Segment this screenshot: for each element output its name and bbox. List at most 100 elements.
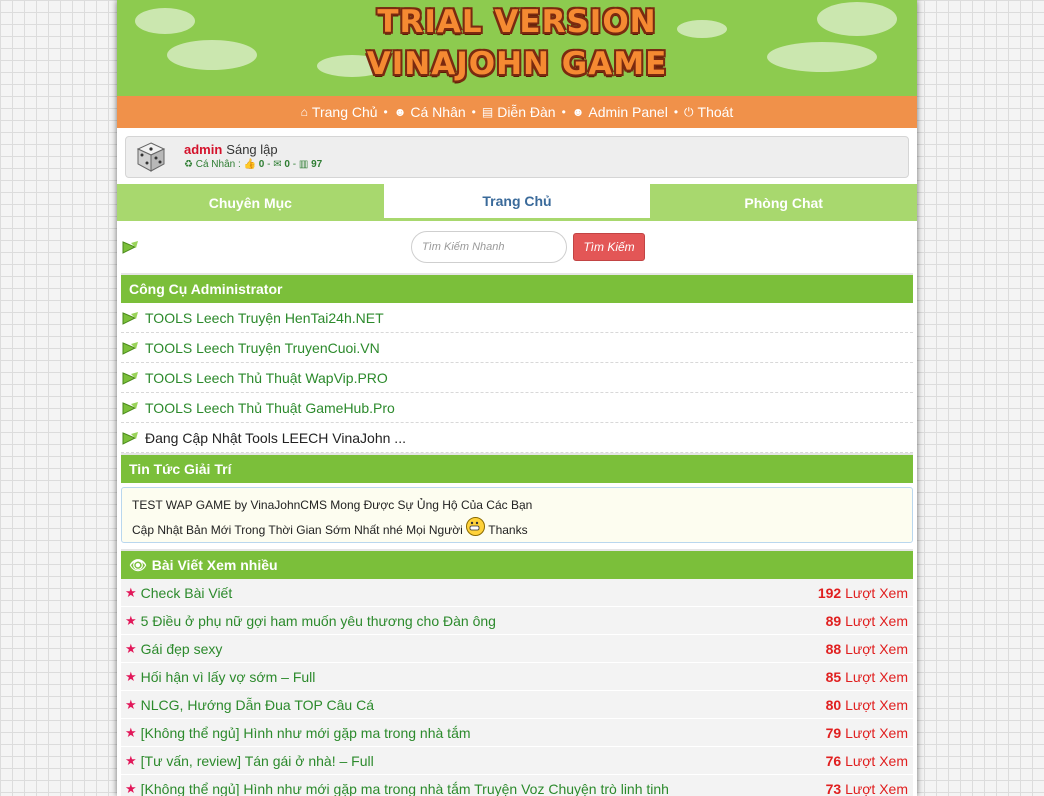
bar-chart-icon: ▥ [298, 159, 309, 170]
updating-notice: Đang Cập Nhật Tools LEECH VinaJohn ... [145, 429, 406, 446]
view-label: Lượt Xem [845, 780, 908, 796]
main-nav: ⌂ Trang Chủ • ☻ Cá Nhân • ▤ Diễn Đàn • ☻… [117, 96, 917, 128]
user-icon: ☻ [571, 105, 585, 119]
nav-separator: • [471, 105, 476, 119]
post-title-cell: ★ Check Bài Viết [125, 585, 232, 601]
view-label: Lượt Xem [845, 640, 908, 657]
news-text: Cập Nhật Bản Mới Trong Thời Gian Sớm Nhấ… [132, 523, 463, 537]
likes-count: 0 [258, 159, 265, 170]
view-count: 76 Lượt Xem [826, 753, 908, 769]
view-label: Lượt Xem [845, 696, 908, 713]
view-count: 85 Lượt Xem [826, 669, 908, 685]
post-title-cell: ★ [Tư vấn, review] Tán gái ở nhà! – Full [125, 753, 374, 769]
table-row: ★ [Không thể ngủ] Hình như mới gặp ma tro… [121, 775, 913, 796]
admin-tools-header: Công Cụ Administrator [121, 273, 913, 303]
nav-forum[interactable]: ▤ Diễn Đàn [482, 104, 556, 120]
view-number: 89 [825, 612, 842, 629]
view-count: 80 Lượt Xem [826, 697, 908, 713]
android-icon [122, 431, 138, 445]
view-count: 88 Lượt Xem [826, 641, 908, 657]
tab-home[interactable]: Trang Chủ [383, 184, 651, 221]
star-icon: ★ [125, 696, 137, 712]
post-link[interactable]: Gái đẹp sexy [141, 641, 223, 657]
table-row: ★ Gái đẹp sexy 88 Lượt Xem [121, 635, 913, 663]
tool-link[interactable]: TOOLS Leech Truyện TruyenCuoi.VN [145, 340, 380, 356]
home-icon: ⌂ [300, 105, 308, 119]
post-link[interactable]: 5 Điều ở phụ nữ gợi ham muốn yêu thương … [141, 613, 496, 629]
username-link[interactable]: admin [184, 142, 222, 157]
messages-count: 0 [284, 159, 290, 170]
tool-link[interactable]: TOOLS Leech Truyện HenTai24h.NET [145, 310, 384, 326]
post-link[interactable]: Hối hận vì lấy vợ sớm – Full [141, 669, 316, 685]
post-title-cell: ★ [Không thể ngủ] Hình như mới gặp ma tro… [125, 781, 669, 796]
nav-label: Cá Nhân [410, 104, 466, 120]
tab-chat-room[interactable]: Phòng Chat [650, 184, 917, 221]
avatar[interactable] [136, 141, 166, 173]
popular-posts-title: Bài Viết Xem nhiều [151, 557, 278, 573]
tool-link[interactable]: TOOLS Leech Thủ Thuật WapVip.PRO [145, 370, 388, 386]
star-icon: ★ [125, 640, 137, 656]
tab-bar: Chuyên Mục Trang Chủ Phòng Chat [117, 184, 917, 221]
table-row: ★ [Không thể ngủ] Hình như mới gặp ma tro… [121, 719, 913, 747]
post-link[interactable]: [Không thể ngủ] Hình như mới gặp ma tron… [141, 781, 669, 796]
grin-smiley-icon [466, 517, 486, 536]
android-icon [122, 241, 138, 254]
post-title-cell: ★ Hối hận vì lấy vợ sớm – Full [125, 669, 315, 685]
eye-icon: 👁 [129, 556, 147, 573]
nav-logout[interactable]: ⏻ Thoát [684, 104, 733, 120]
nav-personal[interactable]: ☻ Cá Nhân [394, 104, 466, 120]
android-icon [122, 371, 138, 385]
nav-separator: • [673, 105, 679, 119]
popular-posts-header: 👁 Bài Viết Xem nhiều [121, 549, 913, 579]
tool-link[interactable]: TOOLS Leech Thủ Thuật GameHub.Pro [145, 400, 395, 416]
news-box: TEST WAP GAME by VinaJohnCMS Mong Được S… [121, 487, 913, 543]
view-label: Lượt Xem [845, 584, 908, 601]
star-icon: ★ [125, 584, 137, 600]
tab-categories[interactable]: Chuyên Mục [117, 184, 384, 221]
nav-label: Trang Chủ [311, 104, 378, 120]
view-number: 85 [825, 668, 842, 685]
thanks-text: Thanks [488, 523, 528, 537]
thumbs-up-icon: 👍 [243, 159, 257, 170]
quick-search-input[interactable] [411, 231, 567, 263]
view-label: Lượt Xem [845, 724, 908, 741]
book-icon: ▤ [481, 105, 494, 119]
page-container: TRIAL VERSION VINAJOHN GAME ⌂ Trang Chủ … [117, 0, 917, 796]
android-icon [122, 311, 138, 325]
android-icon [122, 341, 138, 355]
profile-name: admin Sáng lập [184, 142, 278, 157]
nav-label: Thoát [697, 104, 734, 120]
list-item: TOOLS Leech Thủ Thuật GameHub.Pro [121, 393, 913, 423]
view-label: Lượt Xem [845, 612, 908, 629]
post-link[interactable]: NLCG, Hướng Dẫn Đua TOP Câu Cá [141, 697, 374, 713]
nav-admin-panel[interactable]: ☻ Admin Panel [572, 104, 668, 120]
banner: TRIAL VERSION VINAJOHN GAME [117, 0, 917, 96]
news-line: TEST WAP GAME by VinaJohnCMS Mong Được S… [132, 498, 533, 512]
message-icon: ✉ [273, 159, 282, 170]
view-count: 192 Lượt Xem [818, 585, 908, 601]
table-row: ★ NLCG, Hướng Dẫn Đua TOP Câu Cá 80 Lượt … [121, 691, 913, 719]
stats-label: Cá Nhân : [195, 159, 241, 170]
list-item: TOOLS Leech Truyện TruyenCuoi.VN [121, 333, 913, 363]
post-link[interactable]: [Không thể ngủ] Hình như mới gặp ma tron… [141, 725, 471, 741]
user-profile-box: admin Sáng lập ♻ Cá Nhân : 👍 0 - ✉ 0 - ▥ … [125, 136, 909, 178]
android-icon [122, 401, 138, 415]
nav-home[interactable]: ⌂ Trang Chủ [301, 104, 378, 120]
list-item: TOOLS Leech Truyện HenTai24h.NET [121, 303, 913, 333]
view-count: 73 Lượt Xem [826, 781, 908, 796]
search-button[interactable]: Tìm Kiếm [573, 233, 645, 261]
post-link[interactable]: Check Bài Viết [141, 585, 233, 601]
view-count: 89 Lượt Xem [826, 613, 908, 629]
view-number: 79 [825, 724, 842, 741]
table-row: ★ Hối hận vì lấy vợ sớm – Full 85 Lượt Xe… [121, 663, 913, 691]
nav-separator: • [561, 105, 566, 119]
post-link[interactable]: [Tư vấn, review] Tán gái ở nhà! – Full [141, 753, 374, 769]
banner-title-line2: VINAJOHN GAME [366, 46, 668, 82]
nav-label: Diễn Đàn [497, 104, 556, 120]
table-row: ★ Check Bài Viết 192 Lượt Xem [121, 579, 913, 607]
post-title-cell: ★ Gái đẹp sexy [125, 641, 222, 657]
post-title-cell: ★ 5 Điều ở phụ nữ gợi ham muốn yêu thương… [125, 613, 496, 629]
star-icon: ★ [125, 752, 137, 768]
nav-separator: • [383, 105, 388, 119]
star-icon: ★ [125, 724, 137, 740]
